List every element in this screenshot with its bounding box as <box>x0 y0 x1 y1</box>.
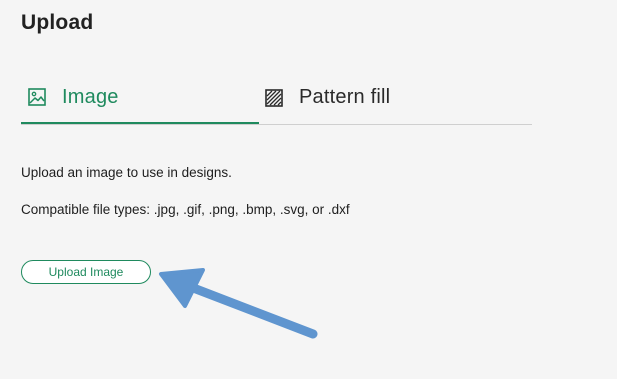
tab-image-label: Image <box>62 85 119 108</box>
annotation-arrow-icon <box>159 268 318 339</box>
image-icon <box>28 88 46 106</box>
tab-bar: Image Pattern fill <box>21 72 532 125</box>
page-title: Upload <box>21 11 94 34</box>
upload-description: Upload an image to use in designs. <box>21 165 232 180</box>
pattern-fill-icon <box>265 88 283 107</box>
tab-pattern-fill[interactable]: Pattern fill <box>265 72 525 123</box>
tab-image[interactable]: Image <box>21 72 259 124</box>
upload-image-button[interactable]: Upload Image <box>21 260 151 284</box>
compatible-file-types: Compatible file types: .jpg, .gif, .png,… <box>21 202 350 217</box>
tab-pattern-fill-label: Pattern fill <box>299 86 391 108</box>
